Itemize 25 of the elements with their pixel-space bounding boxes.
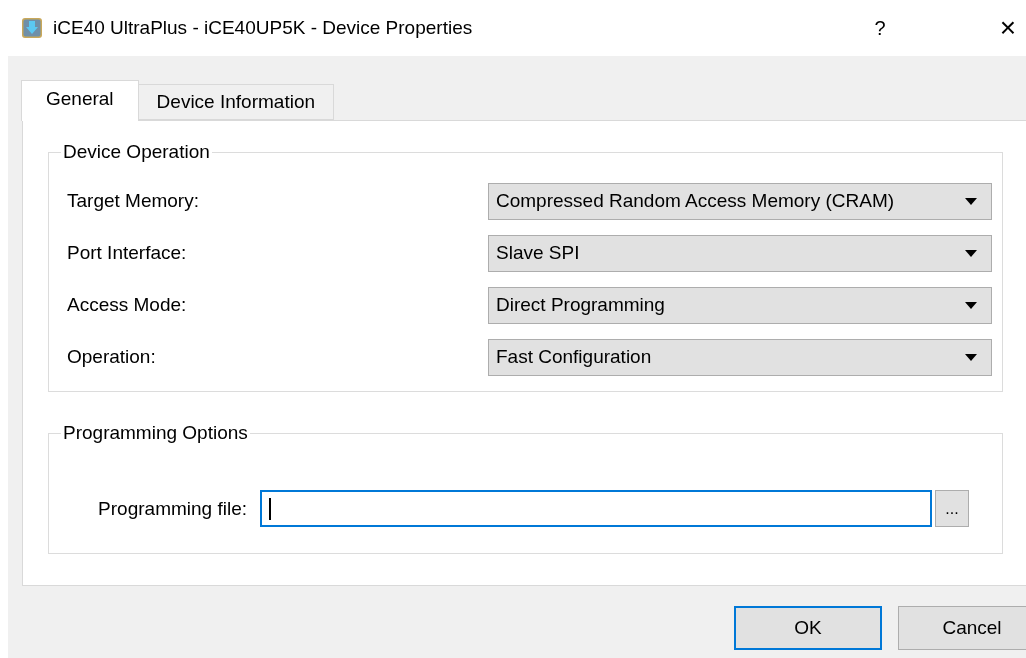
dialog-button[interactable]: OK — [734, 606, 882, 650]
field-label: Target Memory: — [67, 190, 200, 212]
window-title: iCE40 UltraPlus - iCE40UP5K - Device Properties — [53, 17, 473, 39]
dropdown-arrow-icon — [965, 353, 977, 361]
close-button[interactable]: × — [999, 12, 1016, 44]
group-title: Programming Options — [62, 422, 249, 444]
help-button[interactable]: ? — [874, 16, 886, 40]
dropdown[interactable]: Fast Configuration — [488, 338, 992, 376]
dropdown-arrow-icon — [965, 249, 977, 257]
dialog-button[interactable]: Cancel — [898, 606, 1026, 650]
dropdown[interactable]: Slave SPI — [488, 234, 992, 272]
dropdown-arrow-icon — [965, 301, 977, 309]
dropdown-arrow-icon — [965, 197, 977, 205]
field-label: Operation: — [67, 346, 157, 368]
tab[interactable]: General — [21, 80, 139, 121]
field-label: Port Interface: — [67, 242, 188, 264]
dropdown[interactable]: Compressed Random Access Memory (CRAM) — [488, 182, 992, 220]
dropdown[interactable]: Direct Programming — [488, 286, 992, 324]
chip-icon — [21, 17, 43, 39]
field-label: Programming file: — [97, 497, 247, 520]
group-title: Device Operation — [62, 141, 211, 163]
field-label: Access Mode: — [67, 294, 188, 316]
tab[interactable]: Device Information — [137, 84, 334, 120]
file-path-field[interactable] — [260, 490, 932, 527]
browse-button[interactable]: ... — [935, 490, 969, 527]
